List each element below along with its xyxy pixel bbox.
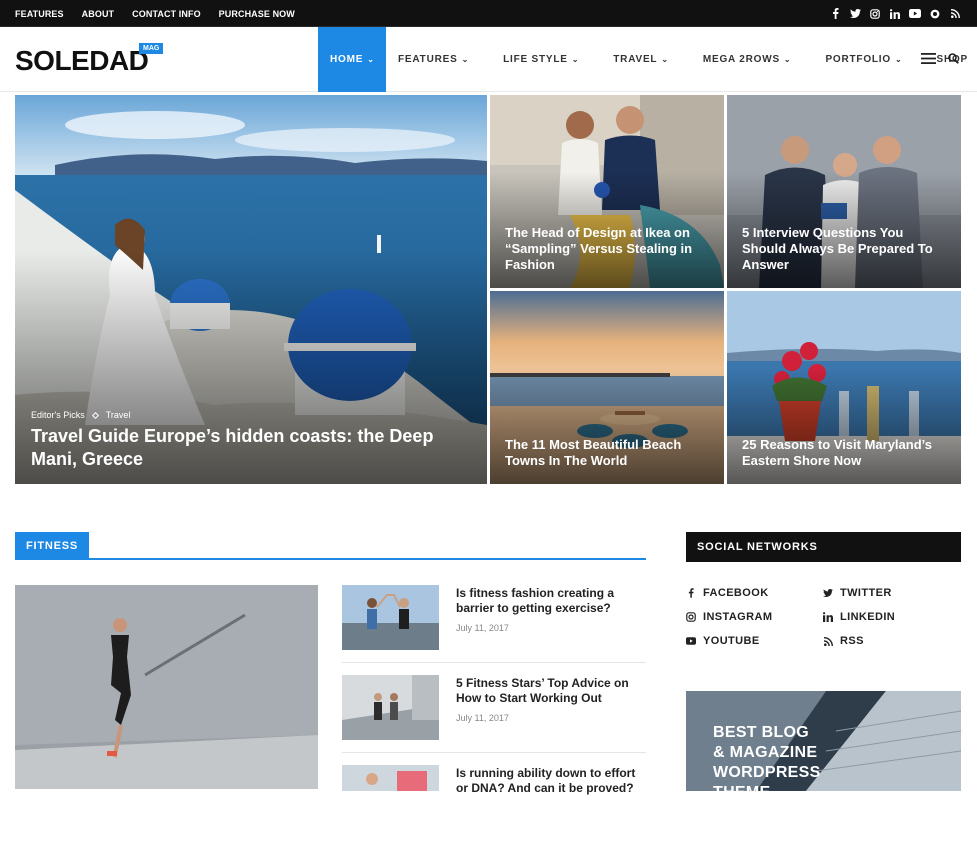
social-linkedin[interactable]: LINKEDIN [823, 611, 895, 623]
rss-icon [823, 636, 833, 646]
chevron-down-icon: ⌄ [783, 55, 792, 64]
nav-mega-2rows[interactable]: MEGA 2ROWS ⌄ [691, 27, 804, 92]
nav-home[interactable]: HOME ⌄ [318, 27, 386, 92]
social-instagram[interactable]: INSTAGRAM [686, 611, 772, 623]
nav-portfolio[interactable]: PORTFOLIO ⌄ [813, 27, 914, 92]
social-instagram-label: INSTAGRAM [703, 611, 773, 623]
nav-home-label: HOME [330, 54, 364, 65]
divider [342, 662, 646, 663]
featured-post-4-title[interactable]: 25 Reasons to Visit Maryland’s Eastern S… [742, 437, 949, 469]
post-title[interactable]: 5 Fitness Stars’ Top Advice on How to St… [456, 676, 641, 706]
runner-stairs-image [15, 585, 318, 789]
search-icon[interactable] [948, 51, 959, 69]
fitness-heading-label[interactable]: FITNESS [15, 532, 90, 559]
post-date: July 11, 2017 [456, 713, 509, 723]
snapchat-icon[interactable] [929, 8, 941, 20]
linkedin-icon[interactable] [889, 8, 901, 20]
top-link-contact-info[interactable]: CONTACT INFO [132, 9, 201, 19]
top-link-about[interactable]: ABOUT [82, 9, 115, 19]
featured-post-1[interactable]: The Head of Design at Ikea on “Sampling”… [490, 95, 724, 288]
promo-text: BEST BLOG & MAGAZINE WORDPRESS THEME [713, 724, 821, 791]
category-editors-picks[interactable]: Editor's Picks [31, 410, 85, 420]
twitter-icon[interactable] [849, 8, 861, 20]
social-twitter-label: TWITTER [840, 587, 892, 599]
featured-post-2[interactable]: 5 Interview Questions You Should Always … [727, 95, 961, 288]
chevron-down-icon: ⌄ [571, 55, 580, 64]
post-thumbnail[interactable] [342, 765, 439, 791]
post-title[interactable]: Is fitness fashion creating a barrier to… [456, 586, 641, 616]
featured-post-2-title[interactable]: 5 Interview Questions You Should Always … [742, 225, 949, 273]
category-travel[interactable]: Travel [106, 410, 131, 420]
menu-icon[interactable] [921, 51, 936, 69]
fitness-post-3[interactable]: Is running ability down to effort or DNA… [342, 765, 646, 855]
nav-travel-label: TRAVEL [613, 54, 658, 65]
main-nav: HOME ⌄ FEATURES ⌄ LIFE STYLE ⌄ TRAVEL ⌄ MEGA… [318, 27, 977, 92]
nav-portfolio-label: PORTFOLIO [825, 54, 891, 65]
rss-icon[interactable] [949, 8, 961, 20]
instagram-icon[interactable] [869, 8, 881, 20]
fitness-featured-image[interactable] [15, 585, 318, 789]
featured-main-post[interactable]: Editor's Picks Travel Travel Guide Europ… [15, 95, 487, 484]
fitness-post-2[interactable]: 5 Fitness Stars’ Top Advice on How to St… [342, 675, 646, 765]
top-links: FEATURES ABOUT CONTACT INFO PURCHASE NOW [15, 0, 295, 27]
fitness-post-1[interactable]: Is fitness fashion creating a barrier to… [342, 585, 646, 675]
chevron-down-icon: ⌄ [461, 55, 470, 64]
post-title[interactable]: Is running ability down to effort or DNA… [456, 766, 641, 796]
instagram-icon [686, 612, 696, 622]
featured-post-4[interactable]: 25 Reasons to Visit Maryland’s Eastern S… [727, 291, 961, 484]
featured-post-3-title[interactable]: The 11 Most Beautiful Beach Towns In The… [505, 437, 712, 469]
fitness-section-heading: FITNESS [15, 532, 646, 560]
divider [342, 752, 646, 753]
facebook-icon [686, 588, 696, 598]
header-icons [921, 27, 959, 92]
youtube-icon [686, 636, 696, 646]
nav-features[interactable]: FEATURES ⌄ [386, 27, 481, 92]
social-facebook-label: FACEBOOK [703, 587, 769, 599]
post-categories: Editor's Picks Travel [31, 410, 130, 420]
post-date: July 11, 2017 [456, 623, 509, 633]
nav-life-style-label: LIFE STYLE [503, 54, 568, 65]
social-facebook[interactable]: FACEBOOK [686, 587, 769, 599]
featured-post-1-title[interactable]: The Head of Design at Ikea on “Sampling”… [505, 225, 712, 273]
facebook-icon[interactable] [829, 8, 841, 20]
social-rss[interactable]: RSS [823, 635, 864, 647]
logo-badge: MAG [139, 43, 164, 54]
linkedin-icon [823, 612, 833, 622]
nav-mega-2rows-label: MEGA 2ROWS [702, 54, 780, 65]
top-social-icons [829, 0, 961, 27]
site-header: SOLEDAD MAG HOME ⌄ FEATURES ⌄ LIFE STYLE ⌄ … [0, 27, 977, 92]
social-twitter[interactable]: TWITTER [823, 587, 892, 599]
top-link-features[interactable]: FEATURES [15, 9, 64, 19]
social-youtube-label: YOUTUBE [703, 635, 760, 647]
social-youtube[interactable]: YOUTUBE [686, 635, 760, 647]
nav-life-style[interactable]: LIFE STYLE ⌄ [491, 27, 591, 92]
promo-banner[interactable]: BEST BLOG & MAGAZINE WORDPRESS THEME [686, 691, 961, 791]
featured-main-title[interactable]: Travel Guide Europe’s hidden coasts: the… [31, 425, 457, 471]
site-logo[interactable]: SOLEDAD MAG [15, 43, 164, 77]
social-rss-label: RSS [840, 635, 864, 647]
nav-travel[interactable]: TRAVEL ⌄ [601, 27, 681, 92]
post-thumbnail[interactable] [342, 675, 439, 740]
chevron-down-icon: ⌄ [894, 55, 903, 64]
separator-icon [91, 411, 99, 419]
top-link-purchase-now[interactable]: PURCHASE NOW [219, 9, 295, 19]
nav-features-label: FEATURES [398, 54, 458, 65]
chevron-down-icon: ⌄ [367, 55, 375, 64]
top-bar: FEATURES ABOUT CONTACT INFO PURCHASE NOW [0, 0, 977, 27]
social-networks-heading: SOCIAL NETWORKS [686, 532, 961, 562]
chevron-down-icon: ⌄ [661, 55, 669, 64]
post-thumbnail[interactable] [342, 585, 439, 650]
youtube-icon[interactable] [909, 8, 921, 20]
twitter-icon [823, 588, 833, 598]
social-linkedin-label: LINKEDIN [840, 611, 896, 623]
logo-text: SOLEDAD [15, 45, 149, 76]
featured-post-3[interactable]: The 11 Most Beautiful Beach Towns In The… [490, 291, 724, 484]
